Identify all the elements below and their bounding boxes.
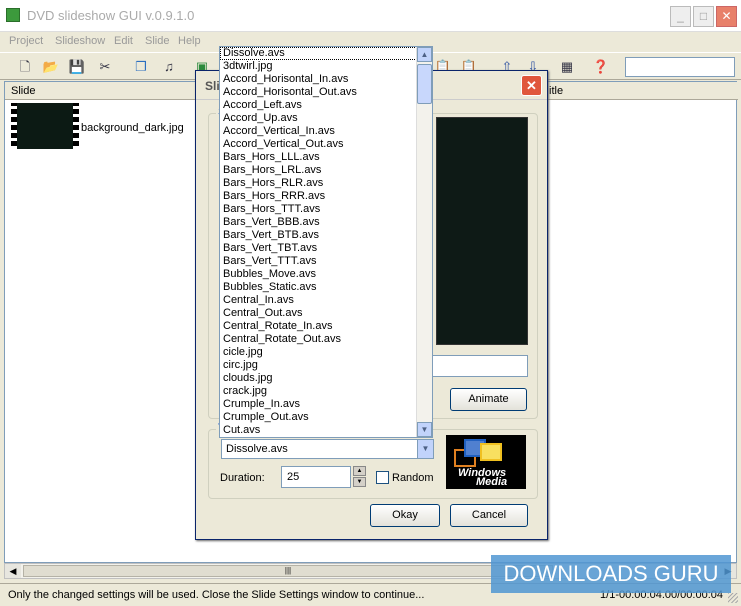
dropdown-item[interactable]: Bars_Vert_BBB.avs <box>220 216 417 229</box>
windows-media-logo: Windows Media <box>446 435 526 489</box>
menu-slide[interactable]: Slide <box>145 35 169 47</box>
dropdown-item[interactable]: Accord_Vertical_In.avs <box>220 125 417 138</box>
dropdown-item[interactable]: Crumple_Out.avs <box>220 411 417 424</box>
random-label: Random <box>392 472 434 484</box>
title-bar: DVD slideshow GUI v.0.9.1.0 _ □ ✕ <box>0 0 741 32</box>
dialog-title: Sli <box>205 79 220 93</box>
dropdown-item[interactable]: Central_Rotate_In.avs <box>220 320 417 333</box>
dropdown-item[interactable]: Crumple_In.avs <box>220 398 417 411</box>
scissors-icon[interactable]: ✂ <box>95 57 115 77</box>
close-button[interactable]: ✕ <box>716 6 737 27</box>
dropdown-items: Dissolve.avs 3dtwirl.jpg Accord_Horisontal… <box>220 47 417 437</box>
dialog-close-button[interactable]: ✕ <box>521 75 542 96</box>
cancel-button[interactable]: Cancel <box>450 504 528 527</box>
open-folder-icon[interactable]: 📂 <box>41 57 61 77</box>
dropdown-item[interactable]: Central_In.avs <box>220 294 417 307</box>
app-icon <box>6 8 20 22</box>
grid-icon[interactable]: ▦ <box>557 57 577 77</box>
music-icon[interactable]: ♫ <box>159 57 179 77</box>
dropdown-item[interactable]: Bars_Hors_RRR.avs <box>220 190 417 203</box>
dropdown-item[interactable]: Bars_Hors_RLR.avs <box>220 177 417 190</box>
column-header-slide[interactable]: Slide <box>5 82 197 100</box>
dropdown-item[interactable]: Bars_Vert_BTB.avs <box>220 229 417 242</box>
dropdown-item[interactable]: Bubbles_Move.avs <box>220 268 417 281</box>
downloads-guru-watermark: DOWNLOADS GURU <box>491 555 731 593</box>
status-message: Only the changed settings will be used. … <box>8 589 425 601</box>
filmstrip-left <box>11 103 17 149</box>
dropdown-item[interactable]: Bars_Hors_LRL.avs <box>220 164 417 177</box>
dropdown-item[interactable]: Accord_Left.avs <box>220 99 417 112</box>
dropdown-item[interactable]: clouds.jpg <box>220 372 417 385</box>
minimize-button[interactable]: _ <box>670 6 691 27</box>
dropdown-item[interactable]: cicle.jpg <box>220 346 417 359</box>
dropdown-item[interactable]: Bars_Hors_TTT.avs <box>220 203 417 216</box>
filmstrip-right <box>73 103 79 149</box>
slide-preview <box>436 117 528 345</box>
dropdown-item[interactable]: circ.jpg <box>220 359 417 372</box>
spin-down-icon[interactable]: ▼ <box>353 477 366 487</box>
dropdown-item[interactable]: Bars_Vert_TTT.avs <box>220 255 417 268</box>
scroll-up-arrow[interactable]: ▲ <box>417 47 432 62</box>
dropdown-item[interactable]: Central_Rotate_Out.avs <box>220 333 417 346</box>
title-input[interactable] <box>432 355 528 377</box>
transition-selected: Dissolve.avs <box>226 443 288 455</box>
window-title: DVD slideshow GUI v.0.9.1.0 <box>27 8 195 23</box>
dropdown-item[interactable]: Bubbles_Static.avs <box>220 281 417 294</box>
dropdown-item[interactable]: Dissolve.avs <box>220 47 417 60</box>
transition-select[interactable]: Dissolve.avs ▼ <box>221 439 434 459</box>
dropdown-item[interactable]: Cut.avs <box>220 424 417 437</box>
random-checkbox[interactable] <box>376 471 389 484</box>
menu-edit[interactable]: Edit <box>114 35 133 47</box>
dropdown-item[interactable]: Bars_Vert_TBT.avs <box>220 242 417 255</box>
dropdown-item[interactable]: crack.jpg <box>220 385 417 398</box>
duration-input[interactable]: 25 <box>281 466 351 488</box>
spin-up-icon[interactable]: ▲ <box>353 466 366 476</box>
wm-logo-text: Windows Media <box>458 468 508 488</box>
scroll-down-arrow[interactable]: ▼ <box>417 422 432 437</box>
duration-label: Duration: <box>220 472 265 484</box>
scroll-thumb[interactable]: ||| <box>23 565 553 577</box>
copy-icon[interactable]: ❐ <box>131 57 151 77</box>
dropdown-item[interactable]: Bars_Hors_LLL.avs <box>220 151 417 164</box>
dropdown-scrollbar[interactable]: ▲ ▼ <box>416 47 432 437</box>
help-icon[interactable]: ❓ <box>591 57 611 77</box>
wm-window-yellow <box>480 443 502 461</box>
maximize-button[interactable]: □ <box>693 6 714 27</box>
dropdown-item[interactable]: Accord_Horisontal_In.avs <box>220 73 417 86</box>
menu-slideshow[interactable]: Slideshow <box>55 35 105 47</box>
save-icon[interactable]: 💾 <box>67 57 87 77</box>
dropdown-item[interactable]: Accord_Vertical_Out.avs <box>220 138 417 151</box>
toolbar-search-input[interactable] <box>625 57 735 77</box>
wm-logo-word-2: Media <box>476 476 508 488</box>
slide-thumbnail[interactable] <box>11 103 79 149</box>
dropdown-item[interactable]: 3dtwirl.jpg <box>220 60 417 73</box>
menu-help[interactable]: Help <box>178 35 201 47</box>
new-file-icon[interactable]: 🗋 <box>15 57 35 77</box>
dropdown-item[interactable]: Central_Out.avs <box>220 307 417 320</box>
scroll-left-arrow[interactable]: ◀ <box>5 564 21 578</box>
dropdown-item[interactable]: Accord_Horisontal_Out.avs <box>220 86 417 99</box>
menu-project[interactable]: Project <box>9 35 43 47</box>
dropdown-item[interactable]: Accord_Up.avs <box>220 112 417 125</box>
slide-filename[interactable]: background_dark.jpg <box>81 122 184 134</box>
column-header-title[interactable]: itle <box>543 82 738 100</box>
dropdown-scroll-thumb[interactable] <box>417 64 432 104</box>
okay-button[interactable]: Okay <box>370 504 440 527</box>
chevron-down-icon[interactable]: ▼ <box>417 440 433 458</box>
animate-button[interactable]: Animate <box>450 388 527 411</box>
transition-dropdown-list[interactable]: Dissolve.avs 3dtwirl.jpg Accord_Horisontal… <box>219 46 433 438</box>
resize-grip[interactable] <box>728 593 738 603</box>
